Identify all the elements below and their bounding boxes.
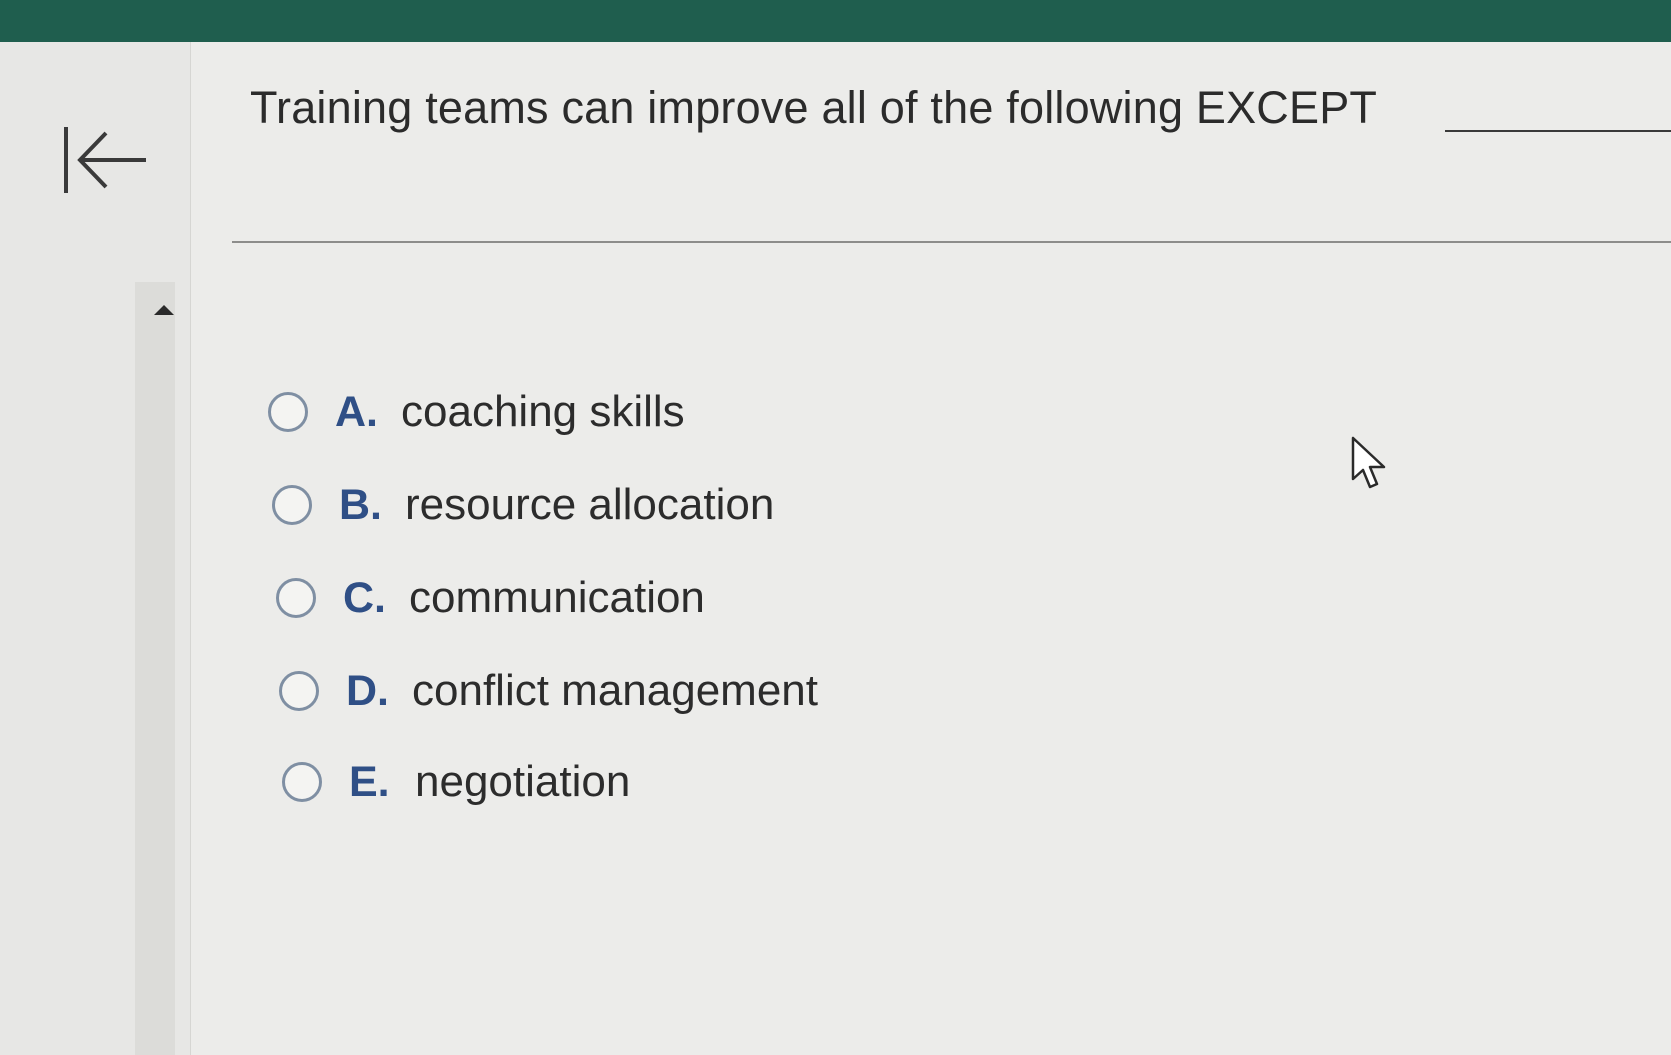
option-c[interactable]: C. communication [276,568,705,628]
option-text: resource allocation [405,480,775,529]
question-panel [191,42,1671,1055]
radio-button[interactable] [272,485,312,525]
top-bar [0,0,1671,42]
first-page-arrow-icon[interactable] [62,125,152,195]
scroll-up-arrow-icon[interactable] [154,305,174,315]
option-letter: A. [335,387,378,436]
option-b[interactable]: B. resource allocation [272,475,774,535]
option-letter: E. [349,757,390,806]
option-text: coaching skills [401,387,685,436]
mouse-pointer-icon [1350,435,1390,495]
option-a[interactable]: A. coaching skills [268,382,685,442]
radio-button[interactable] [282,762,322,802]
answer-blank [1445,130,1671,132]
radio-button[interactable] [276,578,316,618]
option-letter: D. [346,666,389,715]
option-d[interactable]: D. conflict management [279,661,818,721]
option-text: conflict management [412,666,818,715]
radio-button[interactable] [268,392,308,432]
option-letter: B. [339,480,382,529]
question-text: Training teams can improve all of the fo… [250,82,1378,133]
radio-button[interactable] [279,671,319,711]
option-letter: C. [343,573,386,622]
scrollbar-track[interactable] [135,282,175,1055]
option-text: negotiation [415,757,631,806]
divider [232,241,1671,243]
option-text: communication [409,573,705,622]
option-e[interactable]: E. negotiation [282,752,630,812]
